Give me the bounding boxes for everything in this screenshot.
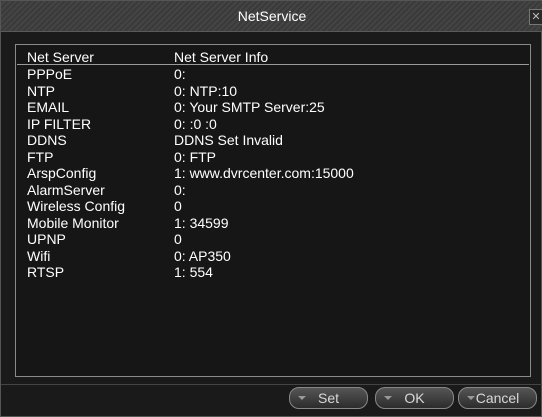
net-server-info: 0: Your SMTP Server:25 xyxy=(174,99,325,115)
close-icon[interactable]: ✕ xyxy=(529,9,542,25)
net-server-name: Mobile Monitor xyxy=(27,214,119,231)
net-server-name: Wireless Config xyxy=(27,198,126,214)
dropdown-arrow-icon xyxy=(384,396,392,400)
net-server-name: Wifi xyxy=(27,247,51,264)
table-row[interactable]: PPPoE 0: xyxy=(17,66,529,83)
net-server-name: AlarmServer xyxy=(27,181,105,198)
table-row[interactable]: FTP 0: FTP xyxy=(17,149,529,166)
net-server-info: 0 xyxy=(174,198,182,214)
net-server-info: 1: 34599 xyxy=(174,214,229,231)
table-row[interactable]: UPNP 0 xyxy=(17,231,529,248)
table-row[interactable]: Wifi 0: AP350 xyxy=(17,248,529,265)
net-server-info: 0 xyxy=(174,231,182,247)
table-row[interactable]: ArspConfig 1: www.dvrcenter.com:15000 xyxy=(17,165,529,182)
table-row[interactable]: DDNS DDNS Set Invalid xyxy=(17,132,529,149)
net-server-name: NTP xyxy=(27,82,55,99)
table-row[interactable]: AlarmServer 0: xyxy=(17,182,529,199)
net-server-info: 1: 554 xyxy=(174,264,213,280)
net-server-name: ArspConfig xyxy=(27,165,97,181)
table-row[interactable]: EMAIL 0: Your SMTP Server:25 xyxy=(17,99,529,116)
net-server-name: UPNP xyxy=(27,231,66,247)
ok-button-label: OK xyxy=(404,390,425,406)
set-button-label: Set xyxy=(317,390,339,406)
table-row[interactable]: Mobile Monitor 1: 34599 xyxy=(17,215,529,232)
net-server-info: 0: NTP:10 xyxy=(174,82,238,99)
dropdown-arrow-icon xyxy=(298,396,306,400)
cancel-button-label: Cancel xyxy=(475,390,520,406)
window-title: NetService xyxy=(237,8,307,24)
net-server-name: PPPoE xyxy=(27,66,73,82)
net-server-name: IP FILTER xyxy=(27,115,92,132)
divider xyxy=(1,384,542,385)
set-button[interactable]: Set xyxy=(289,387,368,409)
table-row[interactable]: IP FILTER 0: :0 :0 xyxy=(17,116,529,133)
net-server-name: RTSP xyxy=(27,264,65,280)
netservice-dialog: NetService ✕ Net Server Net Server Info … xyxy=(0,0,542,417)
table-row[interactable]: NTP 0: NTP:10 xyxy=(17,83,529,100)
table-body: PPPoE 0: NTP 0: NTP:10 EMAIL 0: Your SMTP Ser… xyxy=(17,66,529,281)
net-server-info: 0: AP350 xyxy=(174,247,231,264)
net-server-info: 0: :0 :0 xyxy=(174,115,217,132)
net-server-info: 0: FTP xyxy=(174,148,217,165)
column-header-net-server-info: Net Server Info xyxy=(174,49,269,65)
dropdown-arrow-icon xyxy=(467,396,475,400)
net-server-name: EMAIL xyxy=(27,99,70,115)
net-server-info: 1: www.dvrcenter.com:15000 xyxy=(174,165,354,181)
column-header-net-server: Net Server xyxy=(27,49,94,65)
cancel-button[interactable]: Cancel xyxy=(458,387,537,409)
title-bar[interactable]: NetService ✕ xyxy=(1,1,542,32)
net-server-name: FTP xyxy=(27,148,54,165)
net-server-info: 0: xyxy=(174,66,186,82)
table-row[interactable]: Wireless Config 0 xyxy=(17,198,529,215)
net-server-info: 0: xyxy=(174,181,186,198)
table-row[interactable]: RTSP 1: 554 xyxy=(17,264,529,281)
net-server-name: DDNS xyxy=(27,132,67,148)
net-server-info: DDNS Set Invalid xyxy=(174,132,283,148)
ok-button[interactable]: OK xyxy=(375,387,454,409)
